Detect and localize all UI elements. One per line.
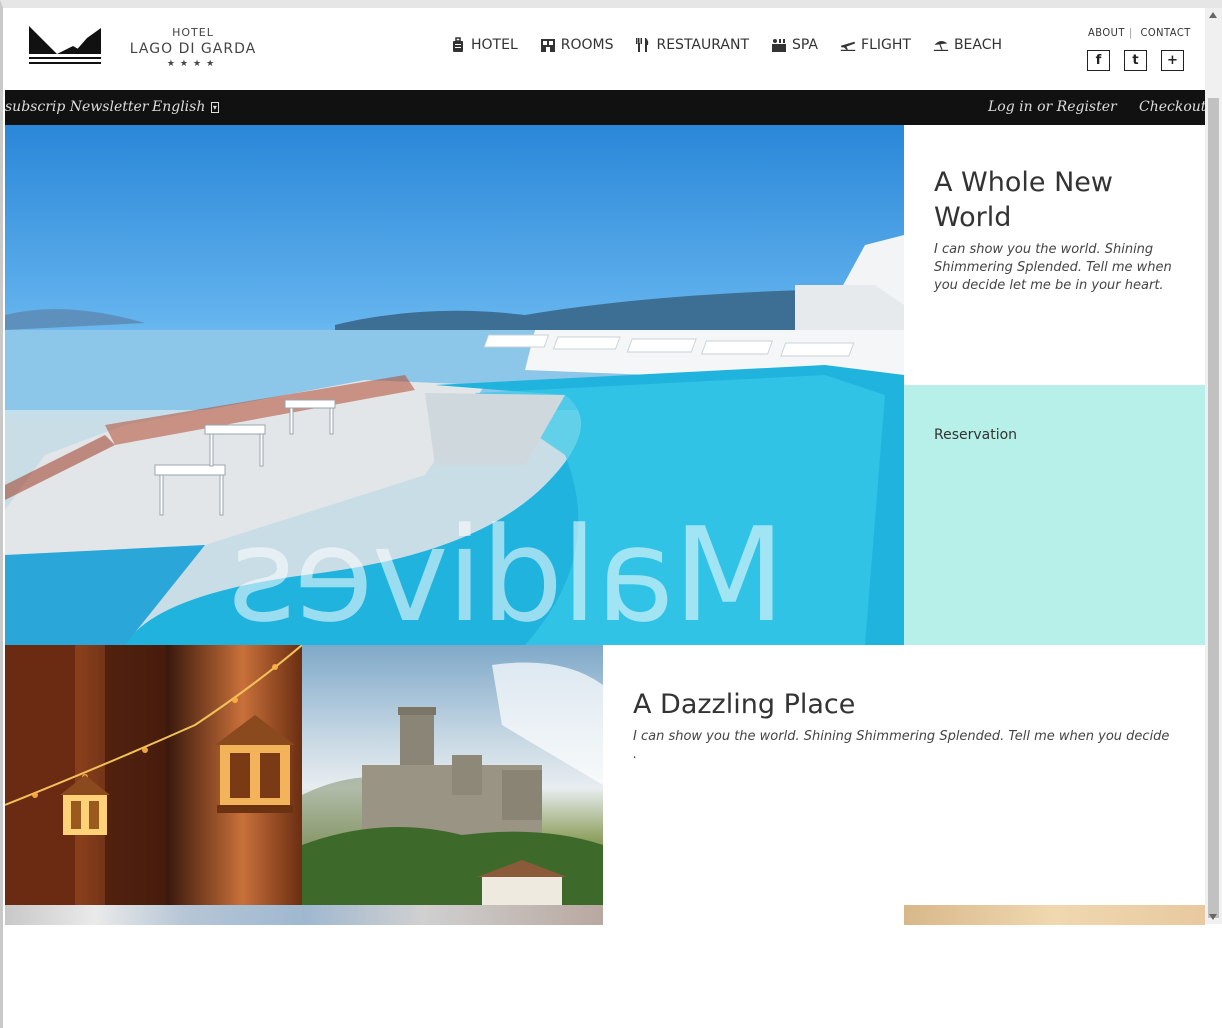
scrollbar[interactable]: [1205, 8, 1222, 924]
hotel-logo[interactable]: HOTEL LAGO DI GARDA ★★★★: [27, 24, 267, 74]
nav-item-spa[interactable]: SPA: [771, 37, 818, 53]
logo-hotel: HOTEL: [172, 26, 214, 39]
about-link[interactable]: ABOUT: [1088, 26, 1125, 39]
umbrella-icon: [933, 40, 949, 51]
page: HOTEL LAGO DI GARDA ★★★★ HOTEL ROOMS RES…: [5, 8, 1205, 1028]
nav-label-spa: SPA: [792, 37, 819, 53]
newsletter-link[interactable]: subscrip Newsletter: [5, 99, 148, 115]
scroll-up-icon[interactable]: [1209, 12, 1217, 18]
nav-label-rooms: ROOMS: [560, 37, 614, 53]
logo-name: LAGO DI GARDA: [129, 41, 257, 57]
feature-panel: A Whole New World I can show you the wor…: [904, 125, 1205, 385]
nav-item-flight[interactable]: FLIGHT: [840, 37, 911, 53]
nav-item-hotel[interactable]: HOTEL: [450, 37, 518, 53]
contact-link[interactable]: CONTACT: [1140, 26, 1190, 39]
nav-label-flight: FLIGHT: [861, 37, 911, 53]
reservation-link[interactable]: Reservation: [934, 427, 1175, 443]
logo-text: HOTEL LAGO DI GARDA ★★★★: [123, 24, 263, 69]
nav-label-restaurant: RESTAURANT: [656, 37, 749, 53]
plane-icon: [840, 41, 856, 51]
facebook-icon[interactable]: f: [1087, 50, 1110, 71]
logo-mark-icon: [29, 26, 101, 64]
language-select[interactable]: English ▾: [152, 99, 219, 115]
gallery-image-3: [5, 905, 603, 925]
cutlery-icon: [636, 38, 649, 52]
panel-body: I can show you the world. Shining Shimme…: [934, 242, 1172, 293]
lanterns-scene: [5, 645, 302, 905]
spa-icon: [772, 39, 786, 52]
top-links: ABOUT | CONTACT: [1088, 26, 1191, 39]
castle-scene: [302, 662, 603, 905]
gallery-image-4: [904, 905, 1205, 925]
nav-item-rooms[interactable]: ROOMS: [540, 37, 614, 53]
login-register-link[interactable]: Log in or Register: [988, 99, 1117, 115]
divider: |: [1128, 26, 1133, 39]
scroll-thumb[interactable]: [1208, 98, 1219, 918]
reservation-panel: Reservation: [904, 385, 1205, 645]
main-nav: HOTEL ROOMS RESTAURANT SPA FLIGHT BEACH: [450, 37, 1002, 53]
castle-image: [302, 645, 603, 905]
feature-panel-2: A Dazzling Place I can show you the worl…: [603, 645, 1205, 905]
nav-item-restaurant[interactable]: RESTAURANT: [635, 37, 749, 53]
panel-body-2: I can show you the world. Shining Shimme…: [633, 729, 1170, 762]
hero-image: Maldives: [5, 125, 904, 645]
chevron-down-icon: ▾: [210, 101, 219, 113]
rooms-icon: [540, 39, 555, 52]
luggage-icon: [453, 37, 463, 52]
hero-overlay-text: Maldives: [230, 499, 786, 645]
language-label: English: [152, 99, 206, 115]
panel-title: A Whole New World: [934, 167, 1113, 233]
plus-icon[interactable]: +: [1161, 50, 1184, 71]
utility-bar: subscrip Newsletter English ▾ Log in or …: [5, 90, 1205, 125]
nav-label-hotel: HOTEL: [471, 37, 518, 53]
twitter-icon[interactable]: t: [1124, 50, 1147, 71]
lanterns-image: [5, 645, 302, 905]
checkout-link[interactable]: Checkout: [1139, 99, 1205, 115]
header: HOTEL LAGO DI GARDA ★★★★ HOTEL ROOMS RES…: [5, 8, 1205, 90]
nav-label-beach: BEACH: [953, 37, 1003, 53]
nav-item-beach[interactable]: BEACH: [933, 37, 1002, 53]
logo-stars: ★★★★: [166, 59, 220, 69]
social-links: f t +: [1087, 50, 1184, 71]
panel-title-2: A Dazzling Place: [633, 689, 856, 720]
scroll-down-icon[interactable]: [1209, 914, 1217, 920]
